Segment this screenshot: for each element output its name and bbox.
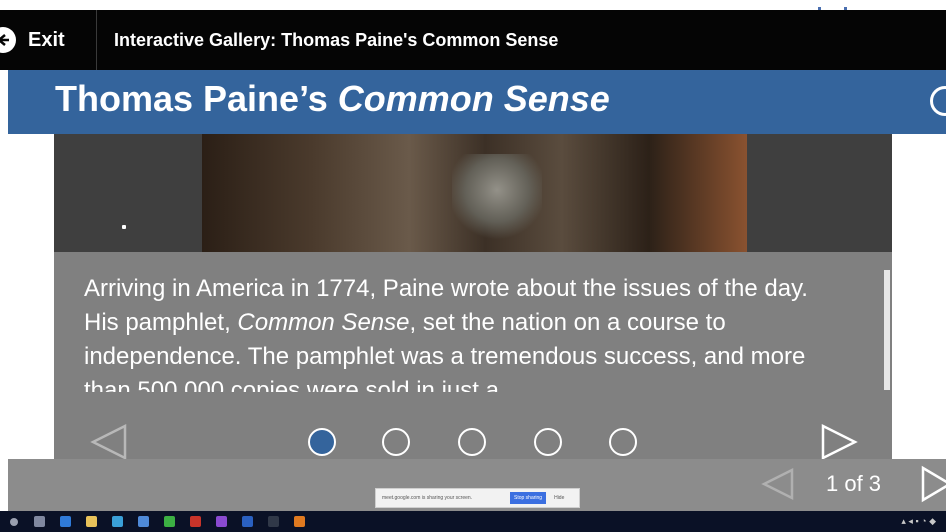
page-title-plain: Thomas Paine’s [55,78,338,119]
menu-circle-icon[interactable] [930,86,946,116]
carousel-dot-2[interactable] [382,428,410,456]
task-view-icon[interactable] [34,516,45,527]
stop-sharing-button[interactable]: Stop sharing [510,492,547,504]
right-margin [892,134,946,459]
mail-icon[interactable] [138,516,149,527]
screen-share-bar: meet.google.com is sharing your screen. … [375,488,580,508]
triangle-right-outline-icon [921,465,946,503]
app-icon-orange[interactable] [294,516,305,527]
slide-image-area [54,134,892,252]
app-icon-dark[interactable] [268,516,279,527]
app-icon-blue[interactable] [242,516,253,527]
app-icon-purple[interactable] [216,516,227,527]
caption-italic: Common Sense [237,309,410,336]
carousel-dot-4[interactable] [534,428,562,456]
triangle-left-outline-icon [90,423,127,461]
carousel-dot-5[interactable] [609,428,637,456]
carousel-dot-3[interactable] [458,428,486,456]
page-title: Thomas Paine’s Common Sense [55,78,610,120]
edge-browser-icon[interactable] [60,516,71,527]
share-message: meet.google.com is sharing your screen. [382,495,473,501]
chrome-icon[interactable] [164,516,175,527]
page-counter: 1 of 3 [826,471,882,496]
exit-button[interactable]: Exit [0,10,97,70]
mouse-cursor [122,225,126,229]
next-page-button[interactable] [920,465,946,508]
triangle-left-outline-icon [761,467,794,501]
page-title-italic: Common Sense [337,78,610,119]
caption-scrollbar[interactable] [884,270,890,390]
exit-label: Exit [28,28,65,51]
app-icon-red[interactable] [190,516,201,527]
gallery-title: Interactive Gallery: Thomas Paine's Comm… [114,30,559,50]
system-tray-icons[interactable]: ▴ ◂ ▪ ◔ ◆ [901,516,936,527]
search-icon[interactable] [10,518,18,526]
arrow-left-circle-icon [0,27,16,53]
caption-text: Arriving in America in 1774, Paine wrote… [84,272,844,392]
left-margin [0,134,54,459]
painting-image [202,134,747,252]
triangle-right-outline-icon [821,423,858,461]
carousel-dot-1[interactable] [308,428,336,456]
painting-detail [452,154,542,244]
os-taskbar: ▴ ◂ ▪ ◔ ◆ [0,511,946,532]
hide-button[interactable]: Hide [554,495,564,501]
store-icon[interactable] [112,516,123,527]
file-explorer-icon[interactable] [86,516,97,527]
top-bar: Exit Interactive Gallery: Thomas Paine's… [0,10,946,70]
top-edge-accent [812,0,852,12]
caption-panel: Arriving in America in 1774, Paine wrote… [54,252,892,461]
previous-page-button[interactable] [760,467,796,506]
page-header: Thomas Paine’s Common Sense [8,70,946,134]
